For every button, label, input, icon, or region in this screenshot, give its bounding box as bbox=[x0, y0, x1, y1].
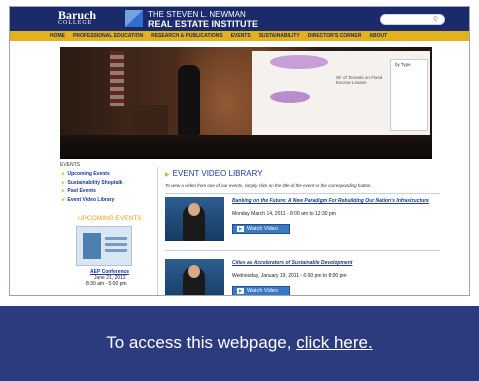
video-title-link[interactable]: Banking on the Future: A New Paradigm Fo… bbox=[232, 198, 429, 204]
slide-legend-title: by Type bbox=[395, 62, 411, 67]
slide-legend: by Type bbox=[390, 59, 428, 131]
pie-chart-bottom bbox=[270, 91, 310, 103]
sidebar-item-sustainability-shoptalk[interactable]: Sustainability Shoptalk bbox=[62, 179, 123, 188]
play-icon: ▶ bbox=[237, 225, 244, 232]
audience bbox=[60, 135, 432, 159]
pie-chart-top bbox=[270, 55, 328, 69]
sidebar-item-upcoming-events[interactable]: Upcoming Events bbox=[62, 170, 123, 179]
click-here-link[interactable]: click here. bbox=[296, 333, 373, 352]
website-screenshot: Baruch COLLEGE THE STEVEN L. NEWMAN REAL… bbox=[9, 6, 470, 296]
search-input[interactable]: ⚲ bbox=[380, 14, 445, 25]
upcoming-event-image[interactable] bbox=[76, 226, 132, 266]
video-thumbnail[interactable] bbox=[165, 197, 224, 241]
column-divider bbox=[157, 167, 158, 295]
video-thumbnail[interactable] bbox=[165, 259, 224, 295]
sidebar-links: Upcoming Events Sustainability Shoptalk … bbox=[62, 170, 123, 204]
hero-photo: SF of Tenants on Fixed Escrow Leases by … bbox=[60, 47, 432, 159]
nav-home[interactable]: HOME bbox=[50, 33, 65, 39]
slide-caption: SF of Tenants on Fixed Escrow Leases bbox=[336, 75, 383, 85]
access-banner-text: To access this webpage, click here. bbox=[0, 332, 479, 354]
search-icon[interactable]: ⚲ bbox=[433, 16, 440, 23]
college-sub: COLLEGE bbox=[58, 20, 93, 26]
divider bbox=[165, 193, 440, 194]
video-date: Monday March 14, 2011 - 8:00 am to 12:30… bbox=[232, 211, 336, 217]
institute-name-line2: REAL ESTATE INSTITUTE bbox=[148, 19, 259, 29]
access-banner: To access this webpage, click here. bbox=[0, 306, 479, 381]
nav-about[interactable]: ABOUT bbox=[369, 33, 387, 39]
upcoming-event-time: 8:30 am - 5:00 pm bbox=[86, 281, 127, 287]
nav-professional-education[interactable]: PROFESSIONAL EDUCATION bbox=[73, 33, 143, 39]
site-header: Baruch COLLEGE THE STEVEN L. NEWMAN REAL… bbox=[10, 7, 469, 31]
institute-name-line1: THE STEVEN L. NEWMAN bbox=[148, 10, 246, 19]
divider bbox=[165, 250, 440, 251]
institute-logo-icon bbox=[125, 10, 143, 27]
sidebar-item-past-events[interactable]: Past Events bbox=[62, 187, 123, 196]
video-title-link[interactable]: Cities as Accelerators of Sustainable De… bbox=[232, 260, 352, 266]
watch-video-button[interactable]: ▶ Watch Video bbox=[232, 224, 290, 234]
nav-directors-corner[interactable]: DIRECTOR'S CORNER bbox=[308, 33, 362, 39]
nav-sustainability[interactable]: SUSTAINABILITY bbox=[259, 33, 300, 39]
watch-video-label: Watch Video bbox=[247, 226, 278, 232]
page-title: EVENT VIDEO LIBRARY bbox=[165, 169, 263, 178]
access-text: To access this webpage, bbox=[106, 333, 297, 352]
watch-video-label: Watch Video bbox=[247, 288, 278, 294]
main-nav: HOME PROFESSIONAL EDUCATION RESEARCH & P… bbox=[10, 31, 469, 41]
watch-video-button[interactable]: ▶ Watch Video bbox=[232, 286, 290, 295]
speaker-face bbox=[188, 265, 200, 278]
video-date: Wednesday, January 19, 2011 - 6:00 pm to… bbox=[232, 273, 347, 279]
sidebar-item-event-video-library[interactable]: Event Video Library bbox=[62, 196, 123, 205]
sidebar-heading: EVENTS bbox=[60, 162, 81, 168]
baruch-logo[interactable]: Baruch COLLEGE bbox=[58, 9, 96, 27]
presentation-slide: SF of Tenants on Fixed Escrow Leases by … bbox=[252, 51, 430, 137]
play-icon: ▶ bbox=[237, 287, 244, 294]
speaker-figure bbox=[178, 65, 200, 135]
page-description: To view a video from one of our events, … bbox=[165, 183, 372, 188]
nav-events[interactable]: EVENTS bbox=[231, 33, 251, 39]
upcoming-events-heading: UPCOMING EVENTS bbox=[78, 215, 142, 222]
speaker-face bbox=[188, 203, 200, 216]
nav-research-publications[interactable]: RESEARCH & PUBLICATIONS bbox=[151, 33, 223, 39]
flag bbox=[110, 51, 124, 106]
